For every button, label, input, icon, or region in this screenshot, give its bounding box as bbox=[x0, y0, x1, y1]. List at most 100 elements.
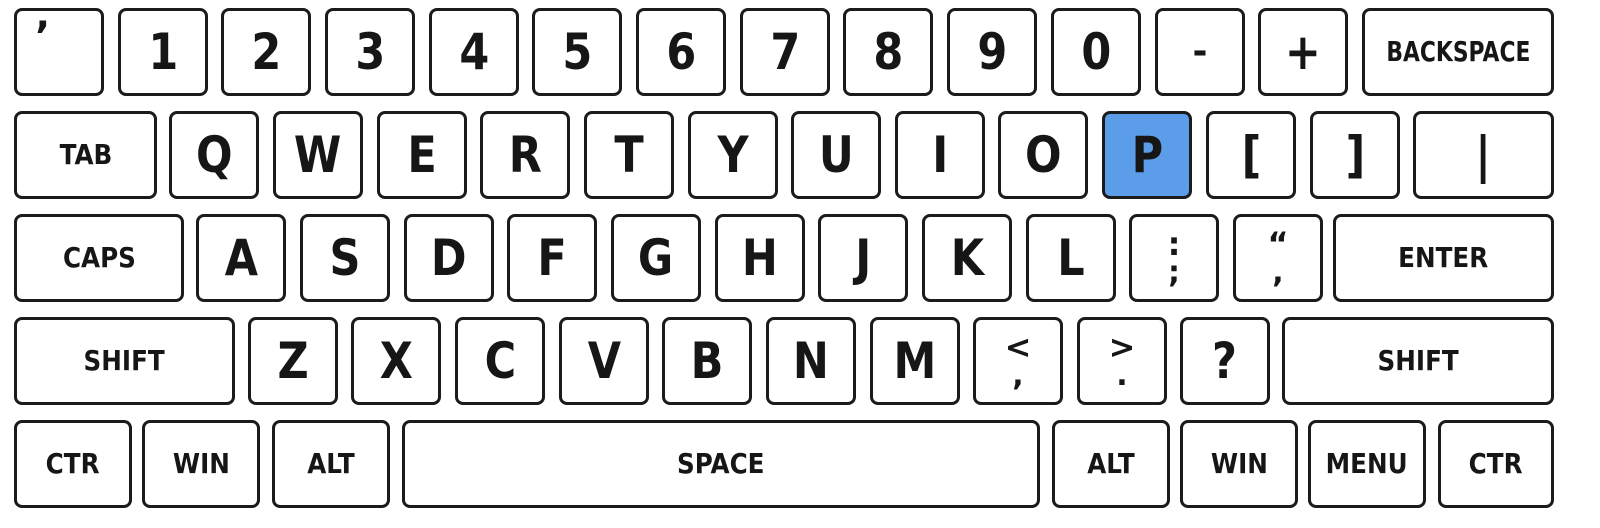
key-secondary-label: , bbox=[1012, 357, 1024, 393]
key-label: F bbox=[537, 229, 567, 287]
key-secondary-label: , bbox=[1272, 254, 1284, 290]
key-w[interactable]: W bbox=[273, 111, 363, 199]
key-label: [ bbox=[1241, 126, 1261, 184]
key-win[interactable]: WIN bbox=[142, 420, 260, 508]
key-p[interactable]: P bbox=[1102, 111, 1192, 199]
key-space[interactable]: SPACE bbox=[402, 420, 1040, 508]
key-b[interactable]: B bbox=[662, 317, 752, 405]
key-shift[interactable]: SHIFT bbox=[1282, 317, 1554, 405]
key-2[interactable]: 2 bbox=[221, 8, 311, 96]
key-label: CAPS bbox=[62, 241, 136, 274]
key-label: ALT bbox=[1087, 447, 1135, 480]
key-8[interactable]: 8 bbox=[843, 8, 933, 96]
key-3[interactable]: 3 bbox=[325, 8, 415, 96]
key-o[interactable]: O bbox=[998, 111, 1088, 199]
key-label: G bbox=[638, 229, 674, 287]
key-d[interactable]: D bbox=[404, 214, 494, 302]
key-win[interactable]: WIN bbox=[1180, 420, 1298, 508]
key-label: 0 bbox=[1081, 23, 1111, 81]
key-plus[interactable]: + bbox=[1258, 8, 1348, 96]
key-label: S bbox=[329, 229, 361, 287]
key-r[interactable]: R bbox=[480, 111, 570, 199]
key-a[interactable]: A bbox=[196, 214, 286, 302]
key-less-than[interactable]: <, bbox=[973, 317, 1063, 405]
key-ctr[interactable]: CTR bbox=[14, 420, 132, 508]
key-label: MENU bbox=[1325, 447, 1408, 480]
key-i[interactable]: I bbox=[895, 111, 985, 199]
key-s[interactable]: S bbox=[300, 214, 390, 302]
key-label: - bbox=[1192, 31, 1208, 72]
key-backspace[interactable]: BACKSPACE bbox=[1362, 8, 1554, 96]
key-enter[interactable]: ENTER bbox=[1333, 214, 1554, 302]
key-label: W bbox=[294, 126, 342, 184]
key-label: J bbox=[854, 229, 871, 287]
key-tab[interactable]: TAB bbox=[14, 111, 157, 199]
key-4[interactable]: 4 bbox=[429, 8, 519, 96]
key-caps[interactable]: CAPS bbox=[14, 214, 184, 302]
key-alt[interactable]: ALT bbox=[1052, 420, 1170, 508]
key-z[interactable]: Z bbox=[248, 317, 338, 405]
key-t[interactable]: T bbox=[584, 111, 674, 199]
key-greater-than[interactable]: >. bbox=[1077, 317, 1167, 405]
key-v[interactable]: V bbox=[559, 317, 649, 405]
key-label: ] bbox=[1345, 126, 1365, 184]
key-1[interactable]: 1 bbox=[118, 8, 208, 96]
key-ctr[interactable]: CTR bbox=[1438, 420, 1554, 508]
key-u[interactable]: U bbox=[791, 111, 881, 199]
key-question[interactable]: ? bbox=[1180, 317, 1270, 405]
key-5[interactable]: 5 bbox=[532, 8, 622, 96]
key-c[interactable]: C bbox=[455, 317, 545, 405]
bottom-letter-row: SHIFT Z X C V B N M <, >.? SHIFT bbox=[0, 317, 1600, 409]
key-label: K bbox=[950, 229, 984, 287]
key-9[interactable]: 9 bbox=[947, 8, 1037, 96]
key-label: WIN bbox=[1210, 447, 1268, 480]
key-h[interactable]: H bbox=[715, 214, 805, 302]
key-e[interactable]: E bbox=[377, 111, 467, 199]
key-f[interactable]: F bbox=[507, 214, 597, 302]
key-7[interactable]: 7 bbox=[740, 8, 830, 96]
key-label: 1 bbox=[148, 23, 178, 81]
modifier-row: CTR WIN ALT SPACE ALT WIN MENU CTR bbox=[0, 420, 1600, 512]
key-minus[interactable]: - bbox=[1155, 8, 1245, 96]
key-g[interactable]: G bbox=[611, 214, 701, 302]
key-label: A bbox=[224, 229, 258, 287]
key-0[interactable]: 0 bbox=[1051, 8, 1141, 96]
key-l[interactable]: L bbox=[1026, 214, 1116, 302]
key-label: Q bbox=[195, 126, 233, 184]
key-label: SPACE bbox=[677, 447, 765, 480]
key-quote[interactable]: “, bbox=[1233, 214, 1323, 302]
key-m[interactable]: M bbox=[870, 317, 960, 405]
key-label: Z bbox=[277, 332, 309, 390]
key-label: CTR bbox=[46, 447, 100, 480]
home-row: CAPS A S D F G H J K L:; “, ENTER bbox=[0, 214, 1600, 306]
key-label: | bbox=[1475, 126, 1492, 184]
key-label: I bbox=[931, 126, 948, 184]
key-menu[interactable]: MENU bbox=[1308, 420, 1426, 508]
key-label: D bbox=[431, 229, 467, 287]
key-left-bracket[interactable]: [ bbox=[1206, 111, 1296, 199]
key-colon[interactable]: :; bbox=[1129, 214, 1219, 302]
key-right-bracket[interactable]: ] bbox=[1310, 111, 1400, 199]
key-label: U bbox=[818, 126, 854, 184]
key-pipe[interactable]: | bbox=[1413, 111, 1554, 199]
key-label: 2 bbox=[251, 23, 281, 81]
key-alt[interactable]: ALT bbox=[272, 420, 390, 508]
key-label: L bbox=[1057, 229, 1085, 287]
key-y[interactable]: Y bbox=[688, 111, 778, 199]
key-apostrophe[interactable]: ’ bbox=[14, 8, 104, 96]
key-label: 5 bbox=[562, 23, 592, 81]
key-label: BACKSPACE bbox=[1385, 35, 1531, 68]
key-x[interactable]: X bbox=[351, 317, 441, 405]
key-label: V bbox=[587, 332, 621, 390]
key-label: E bbox=[407, 126, 437, 184]
key-6[interactable]: 6 bbox=[636, 8, 726, 96]
key-label: 4 bbox=[459, 23, 489, 81]
key-k[interactable]: K bbox=[922, 214, 1012, 302]
key-label: P bbox=[1131, 126, 1163, 184]
key-q[interactable]: Q bbox=[169, 111, 259, 199]
key-label: 9 bbox=[977, 23, 1007, 81]
key-shift[interactable]: SHIFT bbox=[14, 317, 235, 405]
key-j[interactable]: J bbox=[818, 214, 908, 302]
key-secondary-label: . bbox=[1116, 357, 1128, 393]
key-n[interactable]: N bbox=[766, 317, 856, 405]
